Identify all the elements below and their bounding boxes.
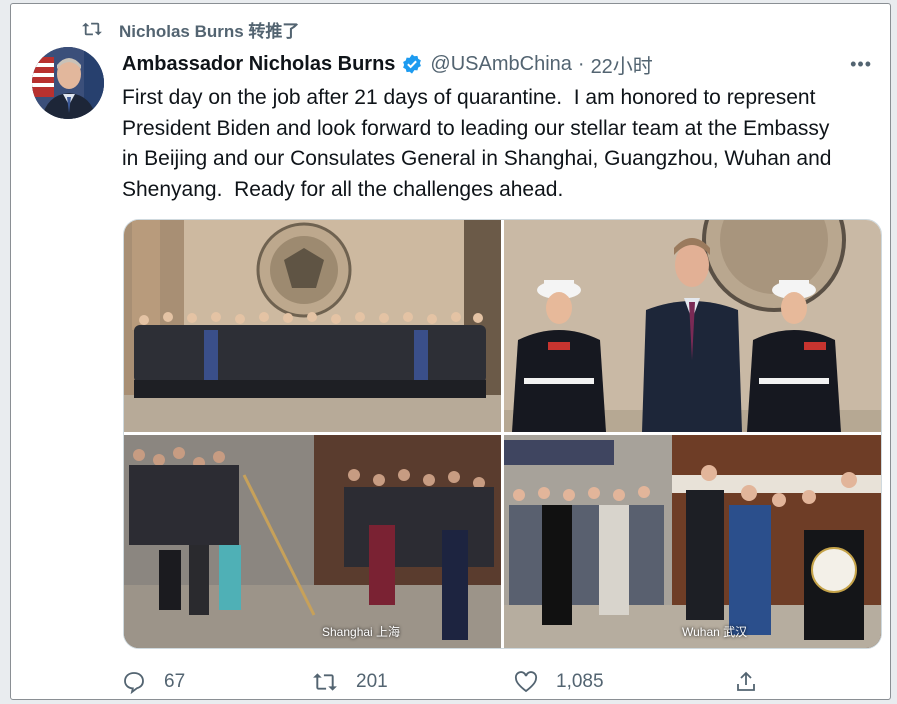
more-options-icon[interactable]: ••• <box>850 54 872 75</box>
reply-button[interactable]: 67 <box>122 670 185 694</box>
retweet-context[interactable]: Nicholas Burns 转推了 <box>81 16 299 42</box>
separator-dot: · <box>577 52 585 75</box>
retweet-count: 201 <box>356 671 388 692</box>
retweet-label: Nicholas Burns 转推了 <box>119 21 300 41</box>
media-grid: Shanghai 上海 Wuhan 武汉 <box>123 219 882 649</box>
like-button[interactable]: 1,085 <box>514 671 604 693</box>
retweet-button[interactable]: 201 <box>312 671 388 693</box>
reply-icon <box>124 672 144 694</box>
photo-caption-shanghai: Shanghai 上海 <box>322 625 401 639</box>
timestamp[interactable]: 22小时 <box>591 50 653 79</box>
photo-caption-wuhan: Wuhan 武汉 <box>682 625 748 639</box>
photo-wuhan-staff[interactable]: Wuhan 武汉 <box>504 435 881 648</box>
photo-embassy-group[interactable] <box>124 220 501 432</box>
heart-icon <box>514 671 538 693</box>
tweet-header: Ambassador Nicholas Burns @USAmbChina · … <box>122 49 872 79</box>
share-icon <box>737 671 755 691</box>
reply-count: 67 <box>164 671 186 692</box>
tweet-card[interactable]: Nicholas Burns 转推了 Ambassador Nicholas B… <box>10 3 891 700</box>
tweet-actions: 67 201 1,085 <box>122 664 762 700</box>
handle[interactable]: @USAmbChina <box>430 53 571 76</box>
photo-ambassador-marines[interactable] <box>504 220 881 432</box>
photo-shanghai-staff[interactable]: Shanghai 上海 <box>124 435 501 648</box>
retweet-icon <box>313 673 337 691</box>
display-name[interactable]: Ambassador Nicholas Burns <box>122 53 395 76</box>
avatar[interactable] <box>32 47 104 119</box>
share-button[interactable] <box>734 670 776 694</box>
like-count: 1,085 <box>556 671 604 692</box>
tweet-text: First day on the job after 21 days of qu… <box>122 86 832 201</box>
verified-badge-icon <box>401 53 423 75</box>
retweet-icon <box>82 22 102 36</box>
